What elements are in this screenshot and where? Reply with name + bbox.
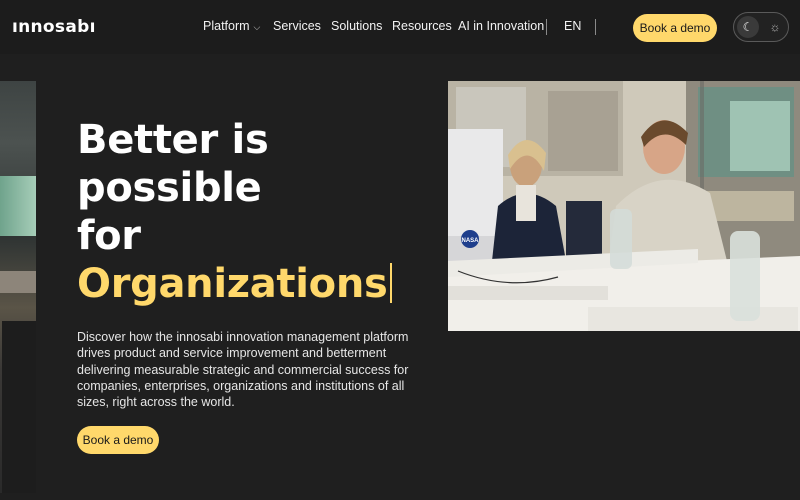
photo-monitor — [448, 129, 503, 249]
nav-platform[interactable]: Platform ⌵ — [203, 19, 260, 33]
photo-desk-near — [588, 307, 798, 331]
nav-divider — [546, 19, 547, 35]
photo-desk-edge — [448, 286, 608, 300]
sun-icon[interactable]: ☼ — [764, 16, 786, 38]
office-photo: NASA — [448, 81, 800, 331]
nav-platform-label: Platform — [203, 19, 250, 33]
photo-window-view — [730, 101, 790, 171]
photo-monitor — [0, 176, 36, 236]
photo-figure — [2, 321, 36, 493]
nav-ai-in-innovation[interactable]: AI in Innovation — [458, 19, 544, 33]
photo-chair — [566, 201, 602, 261]
hero-description: Discover how the innosabi innovation man… — [77, 330, 409, 410]
hero-title-prefix: for — [77, 213, 141, 259]
photo-bottle-2 — [730, 231, 760, 321]
hero-title: Better is possible for Organizations — [77, 116, 437, 308]
hero-title-accent: Organizations — [77, 261, 388, 307]
nasa-sticker-label: NASA — [461, 238, 479, 244]
hero-book-demo-button[interactable]: Book a demo — [77, 426, 159, 454]
hero-title-line1: Better is possible — [77, 117, 269, 211]
moon-icon[interactable]: ☾ — [737, 16, 759, 38]
nav-resources[interactable]: Resources — [392, 19, 452, 33]
typing-cursor — [389, 263, 392, 303]
nav-services[interactable]: Services — [273, 19, 321, 33]
site-header: ınnosabı Platform ⌵ Services Solutions Re… — [0, 0, 800, 54]
innosabi-logo[interactable]: ınnosabı — [12, 17, 96, 37]
photo-desk — [0, 271, 36, 293]
chevron-down-icon: ⌵ — [253, 22, 261, 32]
person-left-scarf — [516, 185, 536, 221]
nav-solutions[interactable]: Solutions — [331, 19, 382, 33]
office-photo-illustration: NASA — [448, 81, 800, 331]
header-book-demo-button[interactable]: Book a demo — [633, 14, 717, 42]
left-edge-photo — [0, 81, 36, 493]
photo-bottle — [610, 209, 632, 269]
theme-toggle[interactable]: ☾ ☼ — [733, 12, 789, 42]
language-selector[interactable]: EN — [564, 19, 581, 33]
nav-divider — [595, 19, 596, 35]
photo-cabinet — [548, 91, 618, 171]
